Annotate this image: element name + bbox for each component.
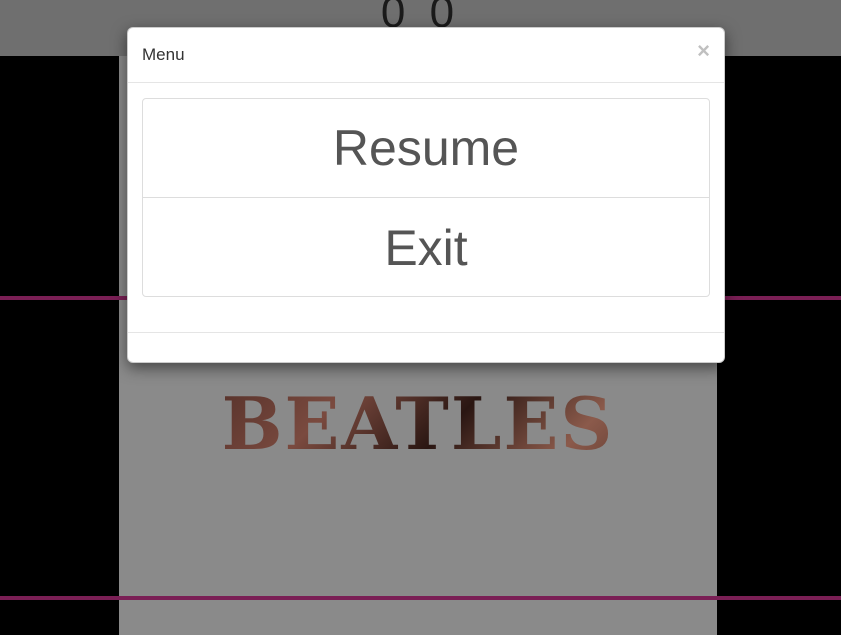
resume-button[interactable]: Resume [143, 99, 709, 198]
dialog-footer [128, 332, 724, 363]
lane-line-lower [0, 596, 841, 600]
exit-button[interactable]: Exit [143, 198, 709, 296]
dialog-title: Menu [142, 45, 185, 64]
menu-dialog: Menu × Resume Exit [127, 27, 725, 363]
menu-list: Resume Exit [142, 98, 710, 297]
album-cover-title: BEATLES [119, 381, 717, 466]
dialog-header: Menu × [128, 28, 724, 83]
close-icon[interactable]: × [697, 40, 710, 62]
